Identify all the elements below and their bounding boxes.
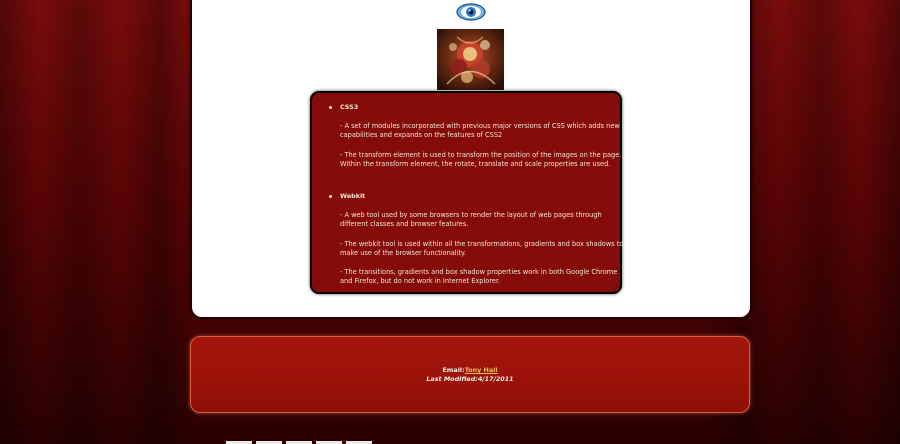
eye-icon[interactable] — [456, 3, 486, 21]
topic-title: Webkit — [329, 192, 624, 201]
last-modified: Last Modified:4/17/2011 — [426, 375, 514, 383]
topic-paragraph: - A set of modules incorporated with pre… — [340, 122, 620, 140]
topic-css3: CSS3 - A set of modules incorporated wit… — [329, 103, 624, 169]
ornate-artwork-image — [437, 29, 504, 90]
email-label: Email: — [442, 366, 465, 374]
topic-title-text: Webkit — [340, 192, 366, 200]
bullet-icon — [329, 195, 332, 198]
footer: Email:Tony Hall Last Modified:4/17/2011 — [190, 336, 750, 413]
topic-paragraph: - The transform element is used to trans… — [340, 150, 622, 168]
topic-paragraph: - The transitions, gradients and box sha… — [340, 268, 618, 286]
topic-title: CSS3 — [329, 103, 624, 112]
topic-title-text: CSS3 — [340, 103, 359, 111]
email-link[interactable]: Tony Hall — [465, 366, 498, 374]
topic-paragraph: - The webkit tool is used within all the… — [340, 239, 624, 257]
topic-webkit: Webkit - A web tool used by some browser… — [329, 192, 624, 286]
bullet-icon — [329, 106, 332, 109]
footer-email-line: Email:Tony Hall — [191, 366, 749, 374]
topic-paragraph: - A web tool used by some browsers to re… — [340, 211, 602, 229]
info-box: CSS3 - A set of modules incorporated wit… — [310, 91, 624, 294]
